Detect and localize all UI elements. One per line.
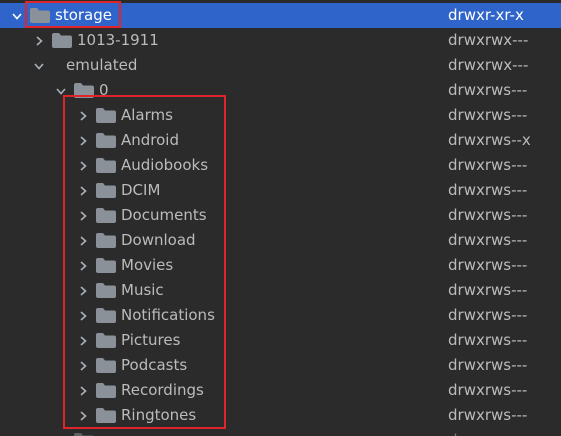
tree-row-permissions: drwxrws--- <box>448 331 528 349</box>
folder-icon <box>96 158 116 173</box>
tree-row-label: 0 <box>99 81 109 99</box>
tree-row-permissions: drwxrws--- <box>448 381 528 399</box>
tree-row-android[interactable]: Android drwxrws--x <box>0 128 561 153</box>
tree-row-ringtones[interactable]: Ringtones drwxrws--- <box>0 403 561 428</box>
file-tree: storage drwxr-xr-x 1013-1911 drwxrwx--- emul… <box>0 0 561 436</box>
folder-icon <box>96 308 116 323</box>
chevron-down-icon[interactable] <box>10 3 24 28</box>
chevron-right-icon[interactable] <box>76 178 90 203</box>
tree-row-permissions: drwxrws--- <box>448 231 528 249</box>
folder-icon <box>30 8 50 23</box>
folder-icon <box>96 133 116 148</box>
tree-row-label: emulated <box>66 56 138 74</box>
tree-row-permissions: drwxrws--- <box>448 181 528 199</box>
folder-icon <box>96 333 116 348</box>
tree-row-label: Ringtones <box>121 406 197 424</box>
tree-row-permissions: drwxrwx--- <box>448 56 529 74</box>
chevron-right-icon[interactable] <box>54 428 68 436</box>
chevron-right-icon[interactable] <box>76 103 90 128</box>
tree-row-permissions: drwxrws--- <box>448 406 528 424</box>
tree-row-permissions: drwxrws--- <box>448 428 527 436</box>
tree-row-label: Movies <box>121 256 174 274</box>
tree-row-permissions: drwxrws--- <box>448 356 528 374</box>
tree-row-notifications[interactable]: Notifications drwxrws--- <box>0 303 561 328</box>
tree-row-label: Podcasts <box>121 356 188 374</box>
tree-row-label: DCIM <box>121 181 161 199</box>
chevron-down-icon[interactable] <box>32 53 46 78</box>
tree-row-label: 1013-1911 <box>77 31 159 49</box>
tree-row-label: Notifications <box>121 306 215 324</box>
tree-row-label: Pictures <box>121 331 181 349</box>
tree-row-label: Alarms <box>121 106 173 124</box>
folder-icon <box>96 183 116 198</box>
tree-row-permissions: drwxrws--- <box>448 256 528 274</box>
chevron-right-icon[interactable] <box>76 128 90 153</box>
tree-row-pictures[interactable]: Pictures drwxrws--- <box>0 328 561 353</box>
tree-row[interactable]: drwxrws--- <box>0 428 561 436</box>
tree-row-1013-1911[interactable]: 1013-1911 drwxrwx--- <box>0 28 561 53</box>
tree-row-label: Music <box>121 281 164 299</box>
tree-row-movies[interactable]: Movies drwxrws--- <box>0 253 561 278</box>
folder-icon <box>96 258 116 273</box>
tree-row-permissions: drwxrws--x <box>448 131 531 149</box>
tree-row-label: Audiobooks <box>121 156 209 174</box>
tree-row-label: Recordings <box>121 381 204 399</box>
tree-row-label: storage <box>55 6 112 24</box>
tree-row-podcasts[interactable]: Podcasts drwxrws--- <box>0 353 561 378</box>
folder-icon <box>96 208 116 223</box>
chevron-right-icon[interactable] <box>76 328 90 353</box>
tree-row-label: Documents <box>121 206 207 224</box>
chevron-right-icon[interactable] <box>76 228 90 253</box>
folder-icon <box>96 108 116 123</box>
chevron-right-icon[interactable] <box>76 253 90 278</box>
chevron-right-icon[interactable] <box>76 153 90 178</box>
chevron-right-icon[interactable] <box>76 303 90 328</box>
tree-row-alarms[interactable]: Alarms drwxrws--- <box>0 103 561 128</box>
tree-row-permissions: drwxrws--- <box>448 306 528 324</box>
tree-row-storage[interactable]: storage drwxr-xr-x <box>0 3 561 28</box>
tree-row-0[interactable]: 0 drwxrws--- <box>0 78 561 103</box>
tree-row-label: Android <box>121 131 179 149</box>
tree-row-permissions: drwxrws--- <box>448 106 528 124</box>
tree-row-permissions: drwxr-xr-x <box>448 6 524 24</box>
tree-row-download[interactable]: Download drwxrws--- <box>0 228 561 253</box>
tree-row-emulated[interactable]: emulated drwxrwx--- <box>0 53 561 78</box>
chevron-down-icon[interactable] <box>54 78 68 103</box>
folder-icon <box>74 83 94 98</box>
folder-icon <box>96 383 116 398</box>
tree-row-permissions: drwxrws--- <box>448 156 528 174</box>
folder-icon <box>52 33 72 48</box>
chevron-right-icon[interactable] <box>76 403 90 428</box>
chevron-right-icon[interactable] <box>76 278 90 303</box>
chevron-right-icon[interactable] <box>76 353 90 378</box>
tree-row-music[interactable]: Music drwxrws--- <box>0 278 561 303</box>
folder-icon <box>96 233 116 248</box>
tree-row-permissions: drwxrws--- <box>448 81 528 99</box>
tree-row-documents[interactable]: Documents drwxrws--- <box>0 203 561 228</box>
tree-row-permissions: drwxrws--- <box>448 281 528 299</box>
folder-icon <box>96 358 116 373</box>
tree-row-dcim[interactable]: DCIM drwxrws--- <box>0 178 561 203</box>
tree-row-permissions: drwxrws--- <box>448 206 528 224</box>
tree-row-permissions: drwxrwx--- <box>448 31 529 49</box>
chevron-right-icon[interactable] <box>76 378 90 403</box>
tree-row-recordings[interactable]: Recordings drwxrws--- <box>0 378 561 403</box>
tree-row-label: Download <box>121 231 196 249</box>
tree-row-audiobooks[interactable]: Audiobooks drwxrws--- <box>0 153 561 178</box>
chevron-right-icon[interactable] <box>32 28 46 53</box>
folder-icon <box>96 283 116 298</box>
chevron-right-icon[interactable] <box>76 203 90 228</box>
folder-icon <box>96 408 116 423</box>
